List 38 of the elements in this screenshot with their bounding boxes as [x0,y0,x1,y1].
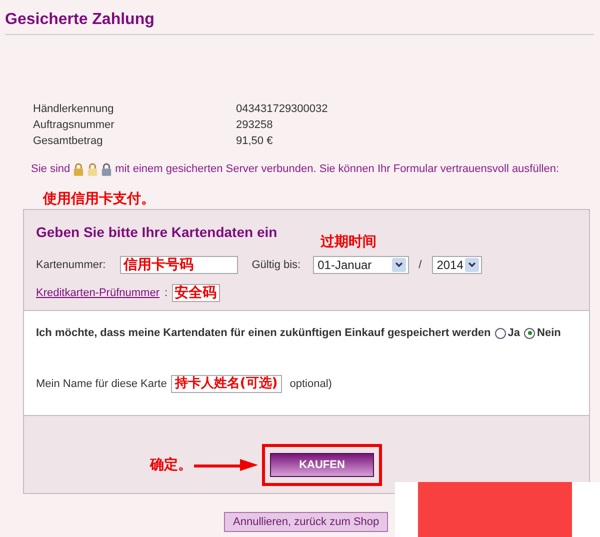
caret-icon [392,258,406,272]
save-question: Ich möchte, dass meine Kartendaten für einen zukünftigen Einkauf gespeichert werden [36,327,491,339]
card-number-field[interactable]: 信用卡号码 [120,256,238,274]
colon-text: : [164,287,168,299]
annotation-text: 确定。 [150,457,192,473]
month-select[interactable]: 01-Januar [312,256,409,274]
annotation-text: 使用信用卡支付。 [43,191,155,207]
page-title: Gesicherte Zahlung [5,10,156,30]
info-value: 293258 [236,118,274,132]
info-label: Gesamtbetrag [33,134,104,148]
separator-text: / [418,259,422,271]
field-label: Mein Name für diese Karte [36,378,167,390]
year-select[interactable]: 2014 [432,256,482,274]
info-value: 91,50 € [236,134,274,148]
field-label: Gültig bis: [252,259,301,271]
info-label: Händlerkennung [33,102,115,116]
name-field[interactable]: 持卡人姓名(可选) [170,375,282,393]
radio-label: Nein [537,327,561,339]
cvc-link[interactable]: Kreditkarten-Prüfnummer [36,287,160,299]
info-label: Auftragsnummer [33,118,116,132]
arrow-icon [194,458,258,472]
field-label: Kartenummer: [36,259,106,271]
panel-heading: Geben Sie bitte Ihre Kartendaten ein [36,223,278,242]
security-code-field[interactable]: 安全码 [172,284,220,302]
cancel-button[interactable]: Annullieren, zurück zum Shop [224,512,388,532]
padlock-icon [87,162,98,176]
buy-button[interactable]: KAUFEN [270,453,374,477]
radio-button[interactable] [524,328,536,338]
secure-text: mit einem gesicherten Server verbunden. Sie können Ihr Formular vertrauensvoll ausfüllen: [115,163,560,175]
annotation-text: 过期时间 [320,234,377,250]
caret-icon [464,258,479,272]
info-value: 043431729300032 [236,102,328,116]
secure-text: Sie sind [31,163,70,175]
radio-label: Ja [508,327,520,339]
padlock-icon [101,162,112,176]
radio-button[interactable] [494,328,506,338]
padlock-icon [73,162,84,176]
hint-text: optional) [290,378,332,390]
